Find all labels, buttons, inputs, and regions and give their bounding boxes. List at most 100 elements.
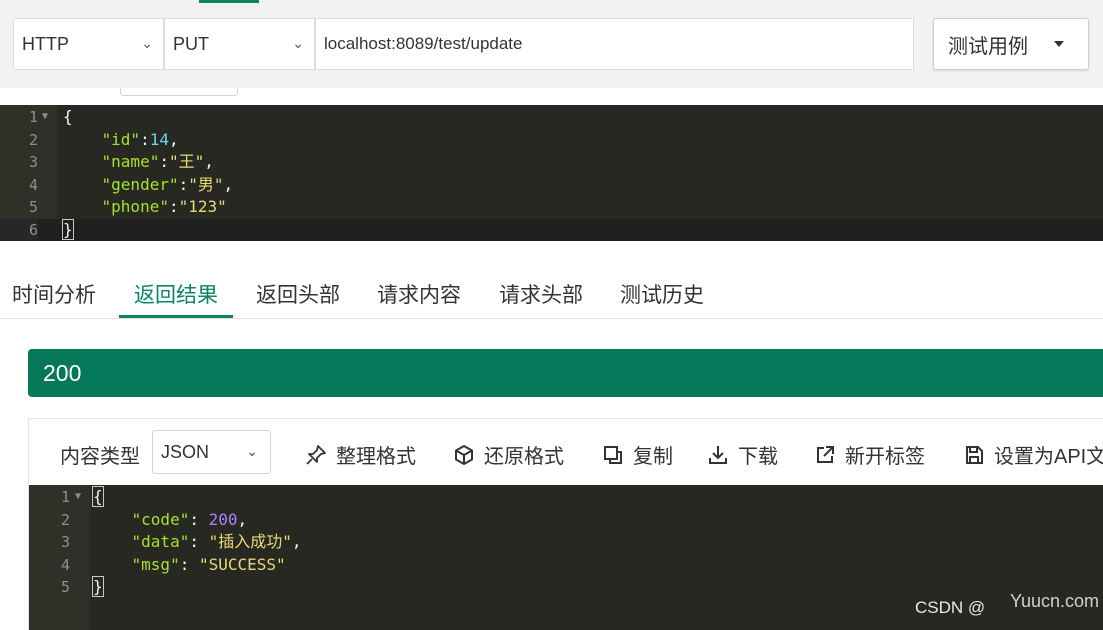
line-number: 2 [28,130,38,149]
line-number: 4 [60,555,70,574]
json-separator: : [168,197,179,216]
test-case-label: 测试用例 [948,35,1028,58]
format-label: 整理格式 [336,446,416,468]
body-type-tab[interactable] [120,88,238,96]
new-tab-button[interactable]: 新开标签 [814,440,925,469]
active-top-tab-indicator [199,0,259,3]
test-case-dropdown-button[interactable]: 测试用例 [933,18,1089,70]
json-value: "男" [188,174,224,194]
code-text: "name":"王", [63,151,214,174]
tab-response-result[interactable]: 返回结果 [119,282,233,318]
status-code-bar: 200 [28,349,1103,397]
code-text: "phone":"123" [63,196,227,219]
method-value: PUT [173,33,209,54]
cube-icon [455,444,473,465]
json-separator: : [159,152,169,171]
download-button[interactable]: 下载 [707,440,778,469]
new-tab-label: 新开标签 [845,446,925,468]
json-value: "王" [168,152,205,171]
line-number: 5 [60,578,70,597]
code-line: 5 "phone":"123" [0,196,1103,219]
json-comma: , [291,532,302,552]
json-comma: , [204,152,214,171]
line-number: 2 [60,510,70,529]
code-text: "id":14, [63,129,179,152]
brace: { [63,107,73,126]
content-type-select[interactable]: JSON ⌄ [152,430,271,474]
line-number: 1 [60,488,70,506]
copy-button[interactable]: 复制 [602,440,673,469]
json-value: "SUCCESS" [198,554,286,574]
url-value: localhost:8089/test/update [324,34,523,53]
tab-request-content[interactable]: 请求内容 [377,282,461,318]
brace: } [62,218,74,240]
code-line: 1 ▼ { [0,106,1103,129]
code-text: "code": 200, [93,509,248,532]
code-text: "data": "插入成功", [93,531,302,554]
tab-time-analysis[interactable]: 时间分析 [12,282,96,318]
line-number: 3 [60,533,70,552]
json-separator: : [189,509,209,529]
json-value: 14 [149,129,169,149]
code-line: 5} [29,576,1103,599]
set-api-doc-button[interactable]: 设置为API文 [963,440,1103,469]
line-number: 3 [28,153,38,171]
response-toolbar: 内容类型 JSON ⌄ 整理格式 还原格式 复制 下载 新开标签 设置为API文 [29,419,1103,485]
request-bar: HTTP ⌄ PUT ⌄ localhost:8089/test/update … [0,0,1103,88]
json-separator: : [140,129,150,149]
line-number: 4 [28,175,38,194]
tab-test-history[interactable]: 测试历史 [620,282,704,318]
caret-down-icon [1054,41,1064,47]
download-label: 下载 [738,446,778,468]
protocol-value: HTTP [22,33,69,54]
tab-response-headers[interactable]: 返回头部 [256,282,340,318]
fold-toggle-icon[interactable]: ▼ [75,486,81,509]
json-value: "123" [178,197,227,216]
json-key: "msg" [131,554,180,574]
protocol-select[interactable]: HTTP ⌄ [13,18,164,70]
line-number: 6 [0,218,38,241]
json-key: "phone" [101,197,169,216]
restore-format-button[interactable]: 还原格式 [453,440,564,469]
set-api-doc-label: 设置为API文 [994,446,1103,468]
restore-format-label: 还原格式 [484,446,564,468]
json-comma: , [168,129,179,149]
fold-toggle-icon[interactable]: ▼ [42,106,48,129]
chevron-down-icon: ⌄ [141,35,153,51]
copy-label: 复制 [633,446,673,468]
json-value: "插入成功" [208,532,292,552]
app-window: HTTP ⌄ PUT ⌄ localhost:8089/test/update … [0,0,1103,630]
method-select[interactable]: PUT ⌄ [164,18,315,70]
json-key: "data" [131,532,190,552]
format-button[interactable]: 整理格式 [305,440,416,469]
download-icon [709,445,727,464]
json-value: 200 [208,509,238,529]
json-separator: : [179,554,199,574]
url-input[interactable]: localhost:8089/test/update [315,18,914,70]
json-separator: : [189,532,209,552]
brace: } [92,576,104,598]
json-key: "id" [101,129,141,149]
json-key: "name" [101,152,160,171]
code-line: 3 "data": "插入成功", [29,531,1103,554]
chevron-down-icon: ⌄ [292,35,304,51]
pin-icon [306,444,326,465]
code-text: } [92,576,104,599]
tab-request-headers[interactable]: 请求头部 [499,282,583,318]
json-key: "code" [131,509,190,529]
line-number: 1 [28,108,38,126]
code-text: } [62,218,74,242]
code-text: { [63,106,73,129]
code-text: { [92,486,104,509]
watermark-site: Yuucn.com [1010,591,1100,611]
json-separator: : [178,174,189,194]
response-tabs: 时间分析 返回结果 返回头部 请求内容 请求头部 测试历史 [0,276,1103,319]
code-line: 3 "name":"王", [0,151,1103,174]
code-line: 4 "msg": "SUCCESS" [29,554,1103,577]
external-link-icon [817,445,834,463]
code-text: "gender":"男", [63,174,234,197]
json-key: "gender" [101,174,179,194]
request-body-editor[interactable]: 1 ▼{2 "id":14, 3 "name":"王", 4 "gender":"男"… [0,105,1103,241]
save-icon [966,445,983,464]
status-code: 200 [43,359,82,386]
